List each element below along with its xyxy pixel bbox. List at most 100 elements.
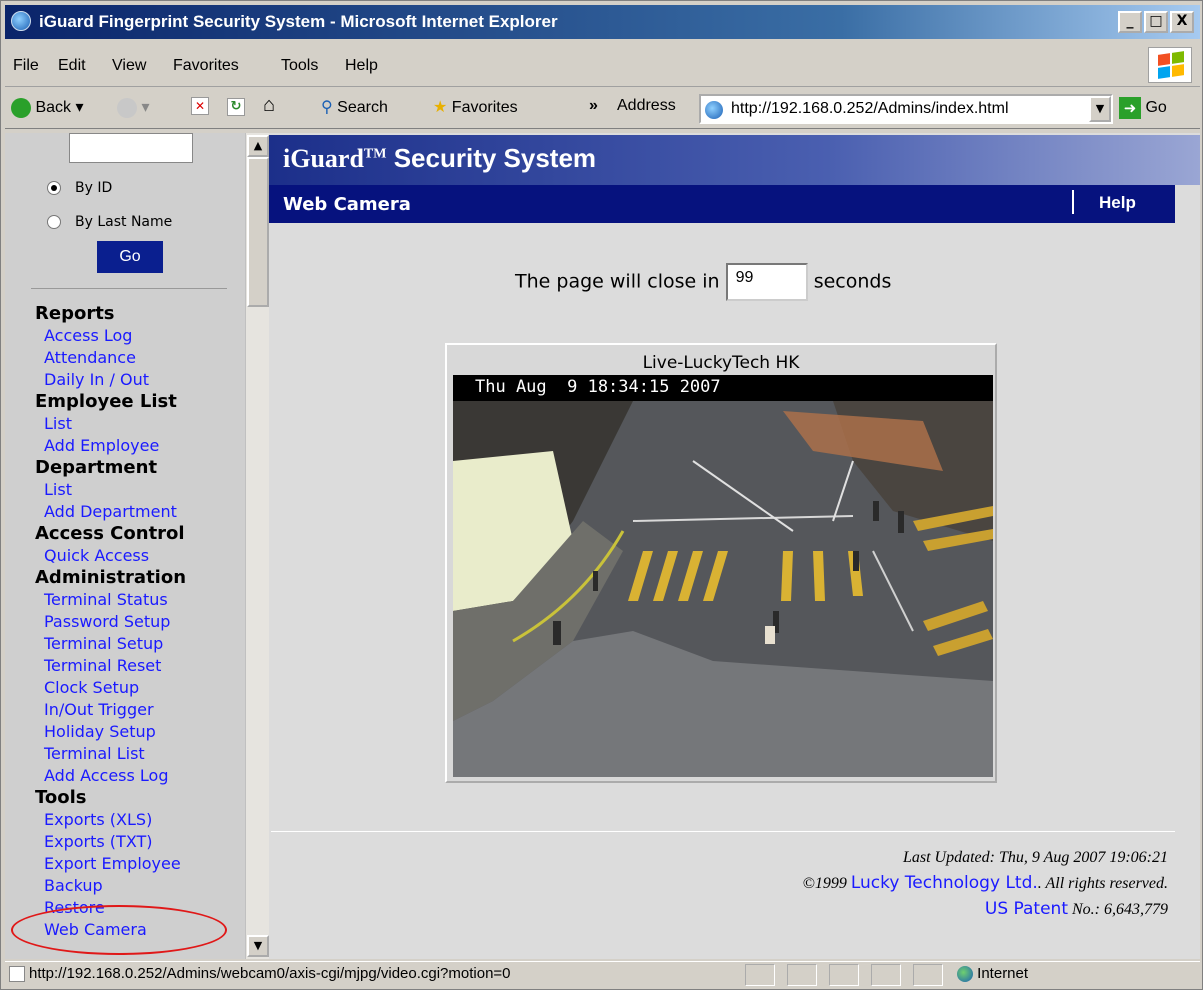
status-pane (787, 964, 817, 986)
footer-divider (271, 831, 1175, 832)
help-link[interactable]: Help (1099, 193, 1136, 213)
browser-window: iGuard Fingerprint Security System - Mic… (0, 0, 1203, 990)
toolbar-overflow-button[interactable]: » (589, 97, 598, 115)
last-updated: Last Updated: Thu, 9 Aug 2007 19:06:21 (902, 849, 1168, 866)
nav-link-holiday-setup[interactable]: Holiday Setup (35, 721, 186, 743)
menu-view[interactable]: View (112, 57, 146, 75)
patent-line: US Patent No.: 6,643,779 (984, 899, 1168, 919)
go-arrow-icon: ➜ (1119, 97, 1141, 119)
go-button[interactable]: ➜ Go (1119, 97, 1167, 119)
nav-heading-access-control: Access Control (35, 523, 185, 544)
scroll-up-arrow-icon[interactable]: ▲ (247, 135, 269, 157)
nav-link-attendance[interactable]: Attendance (35, 347, 186, 369)
page-header-bar: Web Camera Help (269, 185, 1175, 223)
back-button[interactable]: Back ▾ (11, 97, 84, 118)
minimize-button[interactable]: _ (1118, 11, 1142, 33)
globe-icon (957, 966, 973, 983)
street-scene-image (453, 401, 993, 777)
left-frame-scrollbar[interactable]: ▲ ▼ (245, 133, 269, 959)
camera-caption: Live-LuckyTech HK (642, 353, 800, 373)
maximize-button[interactable]: □ (1144, 11, 1168, 33)
status-pane (745, 964, 775, 986)
address-dropdown-button[interactable]: ▼ (1089, 96, 1111, 122)
camera-panel: Live-LuckyTech HK Thu Aug 9 18:34:15 200… (445, 343, 997, 783)
star-icon: ★ (433, 99, 448, 116)
ie-icon (11, 11, 31, 31)
nav-heading-tools: Tools (35, 787, 87, 808)
back-arrow-icon (11, 97, 31, 118)
nav-link-terminal-status[interactable]: Terminal Status (35, 589, 186, 611)
close-button[interactable]: X (1170, 11, 1194, 33)
countdown-input[interactable]: 99 (725, 263, 808, 301)
status-pane (829, 964, 859, 986)
main-content-frame: iGuardTM Security System Web Camera Help… (269, 133, 1200, 959)
nav-link-add-access-log[interactable]: Add Access Log (35, 765, 186, 787)
nav-divider (31, 288, 227, 289)
nav-link-clock-setup[interactable]: Clock Setup (35, 677, 186, 699)
status-pane (871, 964, 901, 986)
radio-by-last-name[interactable] (47, 215, 61, 229)
page-status-icon (9, 966, 25, 982)
highlight-circle (11, 905, 227, 955)
menu-tools[interactable]: Tools (281, 57, 318, 75)
forward-button[interactable]: ▾ (117, 97, 149, 118)
menu-file[interactable]: File (13, 57, 39, 75)
company-link[interactable]: Lucky Technology Ltd. (851, 873, 1038, 893)
nav-link-in-out-trigger[interactable]: In/Out Trigger (35, 699, 186, 721)
nav-link-export-employee[interactable]: Export Employee (35, 853, 186, 875)
windows-logo-icon (1148, 47, 1192, 83)
close-countdown: The page will close in 99 seconds (515, 263, 891, 301)
window-title: iGuard Fingerprint Security System - Mic… (39, 12, 558, 31)
search-go-button[interactable]: Go (97, 241, 163, 273)
nav-link-terminal-setup[interactable]: Terminal Setup (35, 633, 186, 655)
nav-heading-administration: Administration (35, 567, 187, 588)
radio-by-last-name-label: By Last Name (75, 214, 173, 230)
refresh-icon[interactable]: ↻ (227, 97, 245, 116)
menu-favorites[interactable]: Favorites (173, 57, 239, 75)
camera-video-feed (453, 401, 993, 777)
scroll-down-arrow-icon[interactable]: ▼ (247, 935, 269, 957)
nav-heading-reports: Reports (35, 303, 115, 324)
search-button[interactable]: ⚲ Search (321, 97, 388, 117)
page-icon (705, 99, 725, 119)
address-label: Address (617, 97, 676, 114)
address-bar[interactable]: http://192.168.0.252/Admins/index.html ▼ (699, 94, 1113, 124)
status-pane (913, 964, 943, 986)
left-nav-frame: By ID By Last Name Go Reports Access Log… (5, 133, 245, 959)
radio-by-id[interactable] (47, 181, 61, 195)
forward-arrow-icon (117, 97, 137, 118)
nav-link-terminal-reset[interactable]: Terminal Reset (35, 655, 186, 677)
radio-by-id-label: By ID (75, 180, 113, 196)
favorites-button[interactable]: ★ Favorites (433, 97, 518, 117)
nav-link-exports-txt[interactable]: Exports (TXT) (35, 831, 186, 853)
scroll-thumb[interactable] (247, 157, 269, 307)
stop-icon[interactable]: ✕ (191, 97, 209, 115)
nav-link-access-log[interactable]: Access Log (35, 325, 186, 347)
nav-link-department-list[interactable]: List (35, 479, 186, 501)
menu-edit[interactable]: Edit (58, 57, 86, 75)
title-bar: iGuard Fingerprint Security System - Mic… (5, 5, 1200, 39)
nav-link-exports-xls[interactable]: Exports (XLS) (35, 809, 186, 831)
status-text: http://192.168.0.252/Admins/webcam0/axis… (29, 965, 511, 982)
nav-link-add-department[interactable]: Add Department (35, 501, 186, 523)
nav-link-add-employee[interactable]: Add Employee (35, 435, 186, 457)
security-zone: Internet (957, 965, 1028, 983)
camera-timestamp: Thu Aug 9 18:34:15 2007 (453, 375, 993, 401)
search-icon: ⚲ (321, 99, 333, 116)
nav-heading-department: Department (35, 457, 158, 478)
nav-link-employee-list[interactable]: List (35, 413, 186, 435)
toolbar: Back ▾ ▾ ✕ ↻ ⌂ ⚲ Search ★ Favorites » Ad… (5, 89, 1200, 129)
banner-title: iGuardTM Security System (283, 143, 597, 173)
address-input[interactable]: http://192.168.0.252/Admins/index.html (731, 100, 1009, 118)
employee-search-input[interactable] (69, 133, 193, 163)
patent-link[interactable]: US Patent (985, 899, 1068, 919)
copyright-line: ©1999 Lucky Technology Ltd.. All rights … (802, 873, 1168, 893)
header-banner: iGuardTM Security System (269, 135, 1200, 185)
nav-link-password-setup[interactable]: Password Setup (35, 611, 186, 633)
nav-link-quick-access[interactable]: Quick Access (35, 545, 186, 567)
home-icon[interactable]: ⌂ (263, 94, 275, 117)
nav-link-backup[interactable]: Backup (35, 875, 186, 897)
nav-link-daily-in-out[interactable]: Daily In / Out (35, 369, 186, 391)
nav-link-terminal-list[interactable]: Terminal List (35, 743, 186, 765)
menu-help[interactable]: Help (345, 57, 378, 75)
